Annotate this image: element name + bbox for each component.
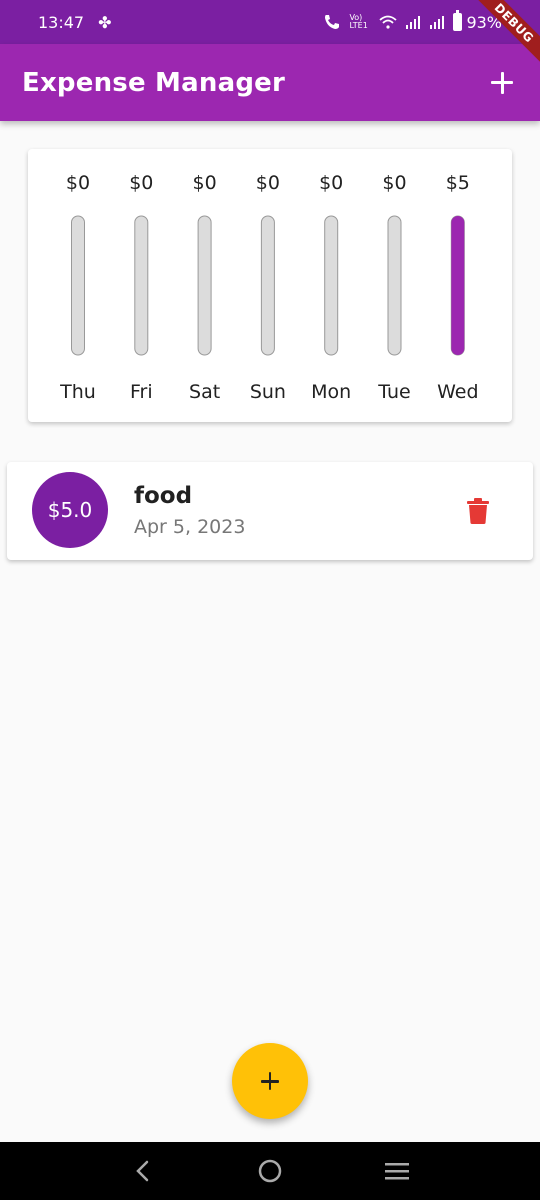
transaction-title: food (134, 483, 193, 509)
system-nav-bar (0, 1142, 540, 1200)
transaction-item: $5.0 food Apr 5, 2023 (7, 462, 533, 560)
bar-track (197, 215, 212, 356)
status-time: 13:47 (38, 12, 85, 32)
signal-icon-2 (430, 16, 445, 29)
day-label: Sun (250, 381, 286, 403)
day-label: Mon (311, 381, 351, 403)
bar-value-label: $0 (193, 172, 217, 194)
bar-track (260, 215, 275, 356)
pinwheel-icon: ✤ (98, 12, 112, 32)
day-label: Sat (189, 381, 220, 403)
menu-icon[interactable] (377, 1151, 417, 1191)
status-icons: Vo) LTE1 93% (323, 10, 502, 32)
back-icon[interactable] (123, 1151, 163, 1191)
wifi-icon (379, 15, 398, 29)
day-label: Fri (130, 381, 153, 403)
bar-value-label: $0 (129, 172, 153, 194)
add-transaction-button[interactable] (232, 1043, 308, 1119)
trash-icon[interactable] (462, 495, 494, 527)
bar-track (387, 215, 402, 356)
weekly-chart-card: $0 Thu $0 Fri $0 Sat $0 Sun $0 Mon $0 Tue $5 Wed (28, 149, 512, 422)
volte-indicator: Vo) LTE1 (349, 13, 368, 30)
transaction-date: Apr 5, 2023 (134, 516, 246, 538)
signal-icon (406, 16, 421, 29)
amount-avatar: $5.0 (32, 472, 108, 548)
app-bar: Expense Manager (0, 44, 540, 121)
bar-value-label: $0 (66, 172, 90, 194)
day-label: Tue (377, 381, 410, 403)
weekly-chart: $0 Thu $0 Fri $0 Sat $0 Sun $0 Mon $0 Tue $5 Wed (59, 172, 478, 403)
battery-icon (453, 10, 463, 31)
app-title: Expense Manager (22, 67, 285, 98)
plus-icon[interactable] (486, 67, 518, 99)
trash-icon-glyph (467, 498, 489, 524)
screen: 13:47 ✤ Vo) LTE1 93% DEBUG Expense Manag… (0, 0, 540, 1200)
bar-value-label: $0 (256, 172, 280, 194)
bar-value-label: $0 (382, 172, 406, 194)
day-label: Thu (59, 381, 96, 403)
day-label: Wed (437, 381, 478, 403)
bar-track (134, 215, 149, 356)
bar-fill (451, 216, 465, 355)
home-icon[interactable] (250, 1151, 290, 1191)
call-icon (325, 15, 340, 29)
bar-track (324, 215, 339, 356)
status-bar: 13:47 ✤ Vo) LTE1 93% (0, 0, 540, 44)
bar-value-label: $0 (319, 172, 343, 194)
bar-value-label: $5 (446, 172, 470, 194)
bar-track (71, 215, 85, 356)
